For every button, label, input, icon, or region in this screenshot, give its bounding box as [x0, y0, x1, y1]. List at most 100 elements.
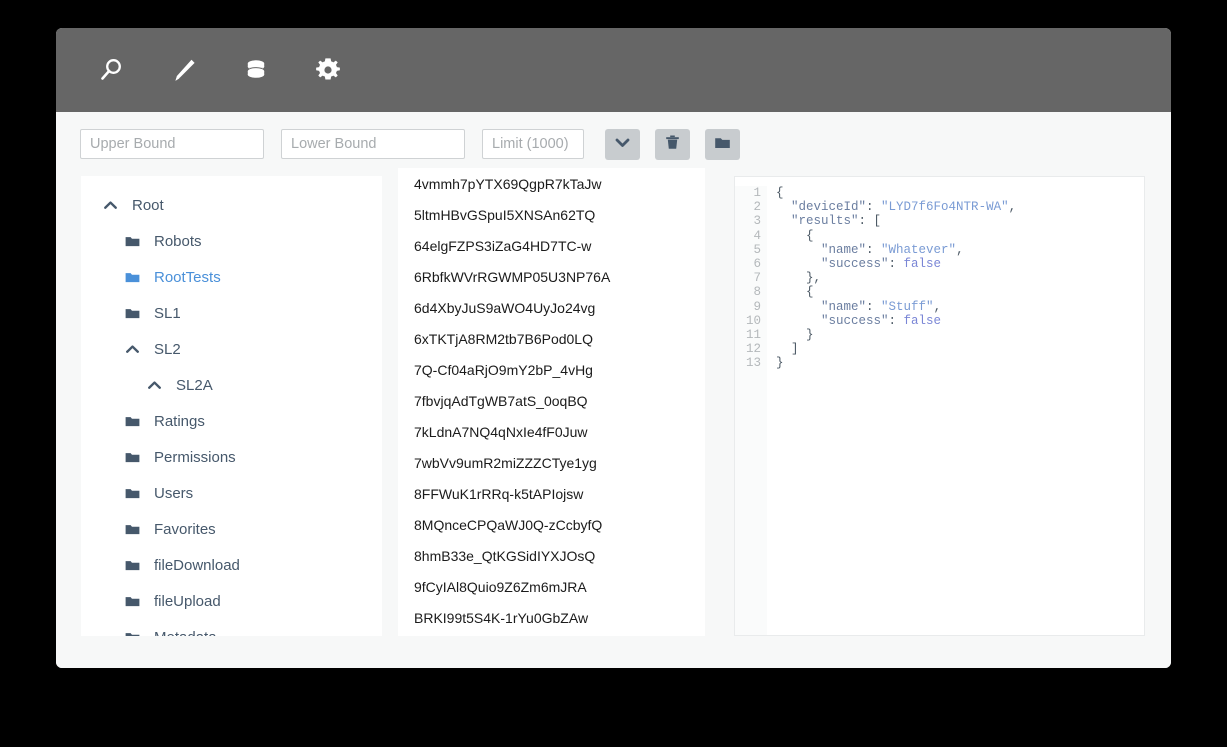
folder-icon: [713, 133, 732, 155]
tree-item-robots[interactable]: Robots: [81, 223, 382, 259]
delete-button[interactable]: [655, 128, 690, 160]
json-line-numbers: 1 2 3 4 5 6 7 8 9 10 11 12 13: [735, 186, 767, 635]
list-item[interactable]: 7wbVv9umR2miZZZCTye1yg: [398, 447, 705, 478]
folder-icon: [124, 305, 148, 322]
folder-tree-panel: Root Robots RootTests SL1 SL2 SL2A Ratings Perm…: [81, 176, 382, 636]
tree-item-sl2a[interactable]: SL2A: [81, 367, 382, 403]
list-item[interactable]: 6xTKTjA8RM2tb7B6Pod0LQ: [398, 323, 705, 354]
list-item[interactable]: 9fCyIAl8Quio9Z6Zm6mJRA: [398, 571, 705, 602]
folder-icon: [124, 629, 148, 636]
list-item[interactable]: 64elgFZPS3iZaG4HD7TC-w: [398, 230, 705, 261]
tree-item-label: Metadata: [154, 629, 217, 637]
folder-icon: [124, 449, 148, 466]
edit-button[interactable]: [148, 28, 220, 112]
json-line: {: [776, 186, 784, 200]
lower-bound-input[interactable]: [281, 129, 465, 159]
tree-item-label: Root: [132, 196, 164, 214]
tree-item-label: RootTests: [154, 268, 221, 286]
json-line-number: 9: [753, 299, 761, 314]
list-item[interactable]: 7Q-Cf04aRjO9mY2bP_4vHg: [398, 354, 705, 385]
database-button[interactable]: [220, 28, 292, 112]
json-viewer-body[interactable]: 1 2 3 4 5 6 7 8 9 10 11 12 13 { "deviceId": "LYD7f6F…: [735, 177, 1144, 635]
folder-icon: [124, 269, 148, 286]
edit-icon: [169, 55, 199, 85]
tree-item-ratings[interactable]: Ratings: [81, 403, 382, 439]
chevron-up-icon[interactable]: [124, 341, 148, 358]
json-line: "success": false: [821, 313, 942, 328]
database-icon: [241, 55, 271, 85]
folder-icon: [124, 233, 148, 250]
chevron-down-icon: [613, 133, 632, 155]
json-line-number: 13: [745, 356, 761, 371]
tree-item-fileupload[interactable]: fileUpload: [81, 583, 382, 619]
tree-item-label: SL2A: [176, 376, 213, 394]
json-line: ]: [776, 342, 799, 357]
folder-icon: [124, 593, 148, 610]
tree-item-roottests[interactable]: RootTests: [81, 259, 382, 295]
settings-button[interactable]: [292, 28, 364, 112]
tree-item-sl1[interactable]: SL1: [81, 295, 382, 331]
json-line: {: [776, 285, 814, 300]
list-item[interactable]: 6RbfkWVrRGWMP05U3NP76A: [398, 261, 705, 292]
tree-item-label: SL1: [154, 304, 181, 322]
search-button[interactable]: [76, 28, 148, 112]
tree-item-sl2[interactable]: SL2: [81, 331, 382, 367]
chevron-up-icon[interactable]: [102, 197, 126, 214]
folder-icon: [124, 413, 148, 430]
json-line: "name": "Stuff",: [821, 299, 942, 314]
json-viewer-panel: 1 2 3 4 5 6 7 8 9 10 11 12 13 { "deviceId": "LYD7f6F…: [734, 176, 1145, 636]
json-line-number: 11: [745, 328, 761, 343]
new-folder-button[interactable]: [705, 128, 740, 160]
tree-item-label: SL2: [154, 340, 181, 358]
list-item[interactable]: 8hmB33e_QtKGSidIYXJOsQ: [398, 540, 705, 571]
list-item[interactable]: BRKI99t5S4K-1rYu0GbZAw: [398, 602, 705, 633]
json-line: "results": [: [791, 214, 882, 229]
tree-item-users[interactable]: Users: [81, 475, 382, 511]
list-item[interactable]: 7fbvjqAdTgWB7atS_0oqBQ: [398, 385, 705, 416]
tree-item-permissions[interactable]: Permissions: [81, 439, 382, 475]
tree-item-favorites[interactable]: Favorites: [81, 511, 382, 547]
list-item[interactable]: 7kLdnA7NQ4qNxIe4fF0Juw: [398, 416, 705, 447]
json-line-number: 1: [753, 186, 761, 200]
tree-item-filedownload[interactable]: fileDownload: [81, 547, 382, 583]
chevron-up-icon[interactable]: [146, 377, 170, 394]
list-item[interactable]: 8MQnceCPQaWJ0Q-zCcbyfQ: [398, 509, 705, 540]
upper-bound-input[interactable]: [80, 129, 264, 159]
tree-item-label: Favorites: [154, 520, 216, 538]
gear-icon: [313, 55, 343, 85]
json-line-number: 7: [753, 271, 761, 286]
tree-item-label: fileDownload: [154, 556, 240, 574]
json-line: }: [776, 328, 814, 343]
expand-button[interactable]: [605, 128, 640, 160]
json-line: "success": false: [821, 257, 942, 272]
json-line-number: 3: [753, 214, 761, 229]
json-line: {: [776, 228, 814, 243]
trash-icon: [663, 133, 682, 155]
tree-item-label: Users: [154, 484, 194, 502]
list-item[interactable]: 4vmmh7pYTX69QgpR7kTaJw: [398, 168, 705, 199]
list-item[interactable]: 8FFWuK1rRRq-k5tAPIojsw: [398, 478, 705, 509]
list-item[interactable]: 5ltmHBvGSpuI5XNSAn62TQ: [398, 199, 705, 230]
json-line-number: 8: [753, 285, 761, 300]
tree-item-metadata[interactable]: Metadata: [81, 619, 382, 636]
folder-icon: [124, 485, 148, 502]
json-line: }: [776, 356, 784, 371]
main-toolbar: [56, 28, 1171, 112]
folder-tree-scroll[interactable]: Root Robots RootTests SL1 SL2 SL2A Ratings Perm…: [81, 176, 382, 636]
json-line-number: 2: [753, 200, 761, 215]
limit-input[interactable]: [482, 129, 584, 159]
folder-icon: [124, 521, 148, 538]
record-list-scroll[interactable]: 4vmmh7pYTX69QgpR7kTaJw 5ltmHBvGSpuI5XNSAn…: [398, 168, 705, 633]
record-list-panel: 4vmmh7pYTX69QgpR7kTaJw 5ltmHBvGSpuI5XNSAn…: [398, 168, 705, 636]
list-item[interactable]: 6d4XbyJuS9aWO4UyJo24vg: [398, 292, 705, 323]
app-window: Root Robots RootTests SL1 SL2 SL2A Ratings Perm…: [56, 28, 1171, 668]
tree-item-root[interactable]: Root: [81, 187, 382, 223]
json-line-number: 4: [753, 228, 761, 243]
tree-item-label: Permissions: [154, 448, 236, 466]
json-line: },: [776, 271, 822, 286]
json-line: "name": "Whatever",: [821, 242, 964, 257]
json-line: "deviceId": "LYD7f6Fo4NTR-WA",: [791, 200, 1017, 215]
panels-row: Root Robots RootTests SL1 SL2 SL2A Ratings Perm…: [56, 168, 1171, 668]
folder-icon: [124, 557, 148, 574]
json-line-number: 12: [745, 342, 761, 357]
